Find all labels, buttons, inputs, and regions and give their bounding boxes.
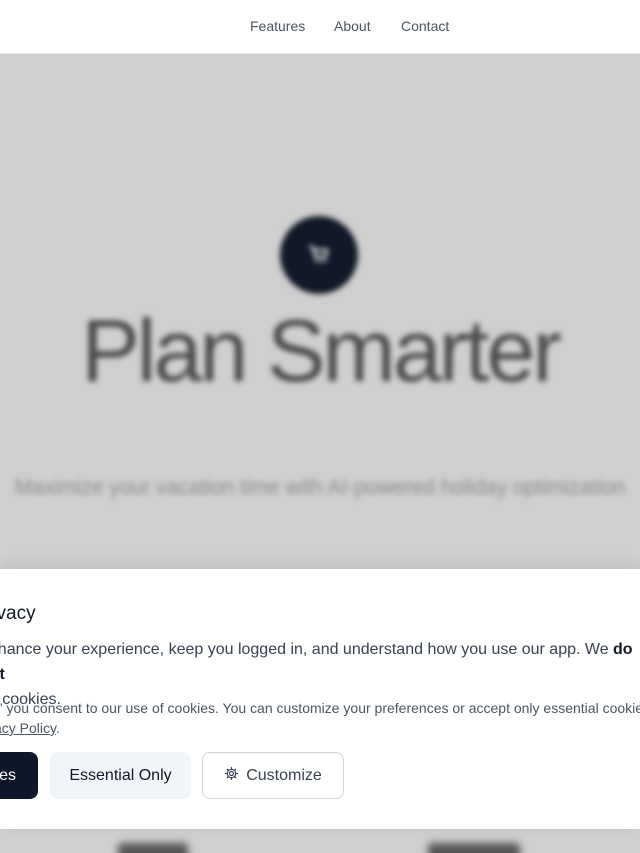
cookie-body-text: enhance your experience, keep you logged… xyxy=(0,641,614,658)
cookie-banner-note: ,” you consent to our use of cookies. Yo… xyxy=(0,698,640,738)
cookie-consent-banner: rivacy enhance your experience, keep you… xyxy=(0,569,640,829)
customize-button[interactable]: Customize xyxy=(202,752,344,799)
cookie-note-text: ,” you consent to our use of cookies. Yo… xyxy=(0,700,640,716)
cart-icon xyxy=(308,245,329,263)
accept-all-button[interactable]: es xyxy=(0,752,38,799)
privacy-policy-link[interactable]: acy Policy xyxy=(0,720,56,736)
hero-logo xyxy=(280,216,358,294)
top-nav: Features About Contact xyxy=(0,0,640,54)
nav-link-contact[interactable]: Contact xyxy=(401,18,449,34)
cookie-note-end: . xyxy=(55,720,60,736)
blurred-stat xyxy=(428,843,520,853)
customize-button-label: Customize xyxy=(246,766,322,784)
blurred-stats-strip xyxy=(0,829,640,853)
nav-link-about[interactable]: About xyxy=(334,18,371,34)
hero-subtitle: Maximize your vacation time with AI-powe… xyxy=(14,476,626,499)
hero-section: Plan Smarter Maximize your vacation time… xyxy=(0,54,640,584)
hero-blur-layer: Plan Smarter Maximize your vacation time… xyxy=(0,54,640,584)
gear-icon xyxy=(225,767,239,781)
blurred-stat xyxy=(118,843,188,853)
nav-link-features[interactable]: Features xyxy=(250,18,305,34)
essential-only-button[interactable]: Essential Only xyxy=(50,752,191,799)
hero-title: Plan Smarter xyxy=(81,301,562,400)
cookie-banner-title: rivacy xyxy=(0,603,36,624)
